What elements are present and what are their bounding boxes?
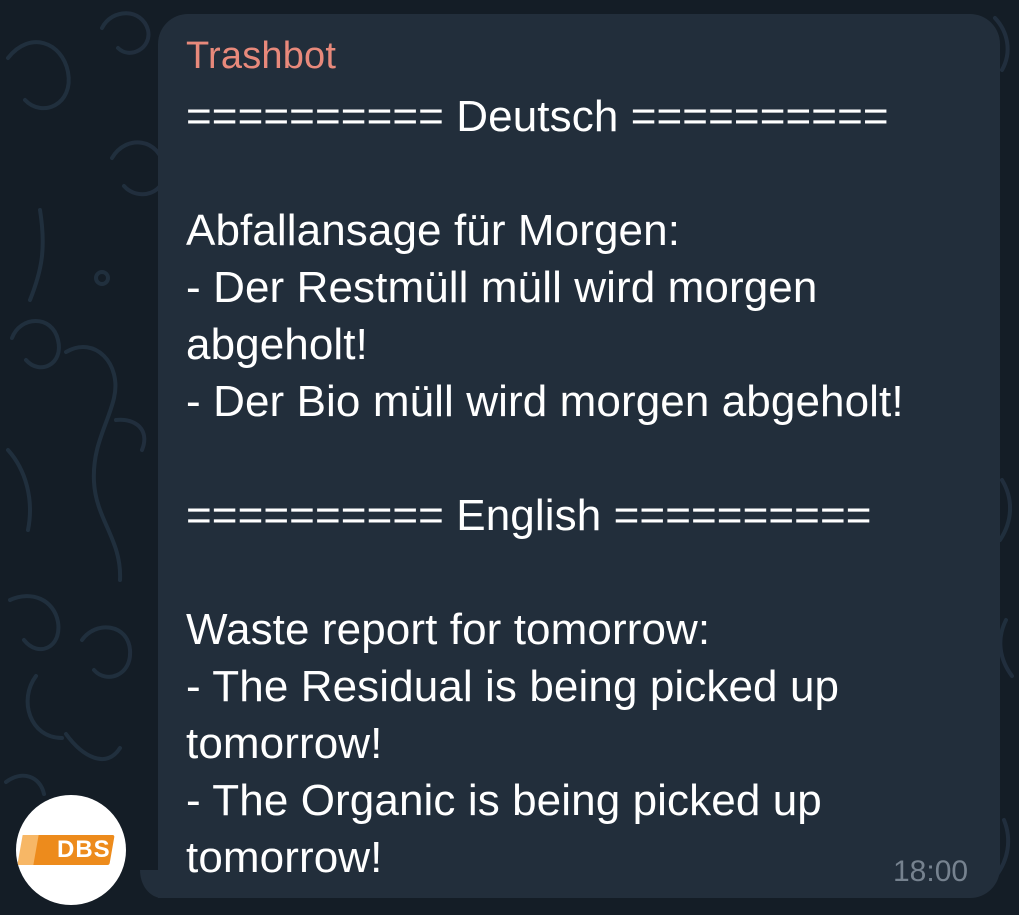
- message-line: [186, 430, 976, 487]
- message-line: - Der Restmüll müll wird morgen: [186, 263, 818, 312]
- message-line: [186, 544, 976, 601]
- avatar-logo-label: DBS: [57, 836, 111, 863]
- message-line: ========== Deutsch ==========: [186, 92, 889, 141]
- message-text: ========== Deutsch ========== Abfallansa…: [186, 88, 976, 886]
- message-line: ========== English ==========: [186, 491, 872, 540]
- message-line: tomorrow!: [186, 833, 383, 882]
- message-line: - Der Bio müll wird morgen abgeholt!: [186, 377, 904, 426]
- message-line: - The Organic is being picked up: [186, 776, 822, 825]
- message-line: - The Residual is being picked up: [186, 662, 840, 711]
- message-line: abgeholt!: [186, 320, 368, 369]
- message-line: tomorrow!: [186, 719, 383, 768]
- sender-avatar[interactable]: DBS: [16, 795, 126, 905]
- message-sender-name[interactable]: Trashbot: [186, 34, 336, 78]
- message-timestamp: 18:00: [893, 855, 969, 888]
- message-line: [186, 145, 976, 202]
- message-line: Waste report for tomorrow:: [186, 605, 711, 654]
- message-line: Abfallansage für Morgen:: [186, 206, 681, 255]
